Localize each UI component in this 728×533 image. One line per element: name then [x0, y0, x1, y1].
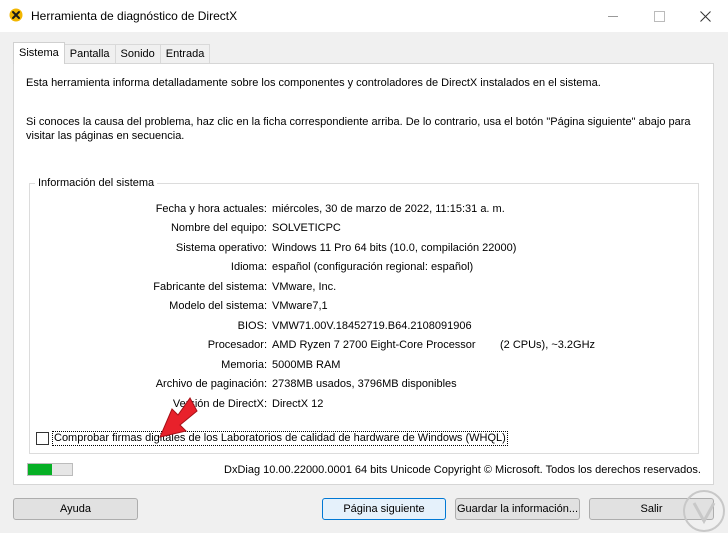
value-memory: 5000MB RAM	[272, 359, 341, 371]
window-title: Herramienta de diagnóstico de DirectX	[31, 9, 238, 23]
version-copyright-text: DxDiag 10.00.22000.0001 64 bits Unicode …	[224, 464, 701, 476]
tab-pantalla[interactable]: Pantalla	[63, 44, 116, 64]
directx-app-icon	[9, 8, 23, 22]
annotation-arrow-icon	[159, 397, 198, 438]
label-model: Modelo del sistema:	[169, 300, 267, 312]
minimize-button[interactable]	[590, 0, 636, 32]
help-button[interactable]: Ayuda	[13, 498, 138, 520]
instructions-text: Si conoces la causa del problema, haz cl…	[26, 116, 691, 142]
label-language: Idioma:	[230, 261, 267, 273]
system-tab-panel: Esta herramienta informa detalladamente …	[13, 63, 714, 485]
maximize-icon	[653, 10, 665, 22]
value-processor-details: (2 CPUs), ~3.2GHz	[500, 339, 596, 351]
maximize-button[interactable]	[636, 0, 682, 32]
label-computer-name: Nombre del equipo:	[170, 222, 267, 234]
value-directx-version: DirectX 12	[272, 398, 324, 410]
system-info-group: Información del sistema Fecha y hora act…	[29, 177, 699, 454]
label-page-file: Archivo de paginación:	[155, 378, 267, 390]
intro-text: Esta herramienta informa detalladamente …	[26, 77, 601, 89]
tab-strip: Sistema Pantalla Sonido Entrada	[13, 42, 211, 64]
whql-checkbox-label[interactable]: Comprobar firmas digitales de los Labora…	[52, 430, 508, 446]
value-page-file: 2738MB usados, 3796MB disponibles	[272, 378, 457, 390]
minimize-icon	[608, 15, 618, 17]
label-directx-version: Versión de DirectX:	[172, 398, 267, 410]
close-button[interactable]	[682, 0, 728, 32]
label-date-time: Fecha y hora actuales:	[155, 203, 267, 215]
next-page-button[interactable]: Página siguiente	[322, 498, 446, 520]
tab-sonido[interactable]: Sonido	[114, 44, 161, 64]
progress-bar	[27, 463, 73, 476]
label-os: Sistema operativo:	[175, 242, 267, 254]
title-bar: Herramienta de diagnóstico de DirectX	[0, 0, 728, 32]
tab-sistema[interactable]: Sistema	[13, 42, 65, 64]
close-icon	[699, 10, 711, 22]
whql-checkbox[interactable]	[36, 431, 49, 445]
value-processor: AMD Ryzen 7 2700 Eight-Core Processor	[272, 339, 476, 351]
value-date-time: miércoles, 30 de marzo de 2022, 11:15:31…	[272, 203, 505, 215]
label-memory: Memoria:	[221, 359, 267, 371]
value-os: Windows 11 Pro 64 bits (10.0, compilació…	[272, 242, 517, 254]
value-language: español (configuración regional: español…	[272, 261, 474, 273]
value-bios: VMW71.00V.18452719.B64.2108091906	[272, 320, 472, 332]
save-info-button[interactable]: Guardar la información...	[455, 498, 580, 520]
value-model: VMware7,1	[272, 300, 328, 312]
progress-bar-fill	[28, 464, 53, 475]
watermark-logo-icon	[683, 490, 725, 532]
value-manufacturer: VMware, Inc.	[272, 281, 337, 293]
label-processor: Procesador:	[207, 339, 267, 351]
label-bios: BIOS:	[237, 320, 267, 332]
value-computer-name: SOLVETICPC	[272, 222, 341, 234]
whql-checkbox-row[interactable]: Comprobar firmas digitales de los Labora…	[36, 430, 508, 446]
label-manufacturer: Fabricante del sistema:	[153, 281, 267, 293]
tab-entrada[interactable]: Entrada	[159, 44, 211, 64]
system-info-values: miércoles, 30 de marzo de 2022, 11:15:31…	[272, 184, 692, 444]
system-info-labels: Fecha y hora actuales: Nombre del equipo…	[30, 184, 267, 444]
